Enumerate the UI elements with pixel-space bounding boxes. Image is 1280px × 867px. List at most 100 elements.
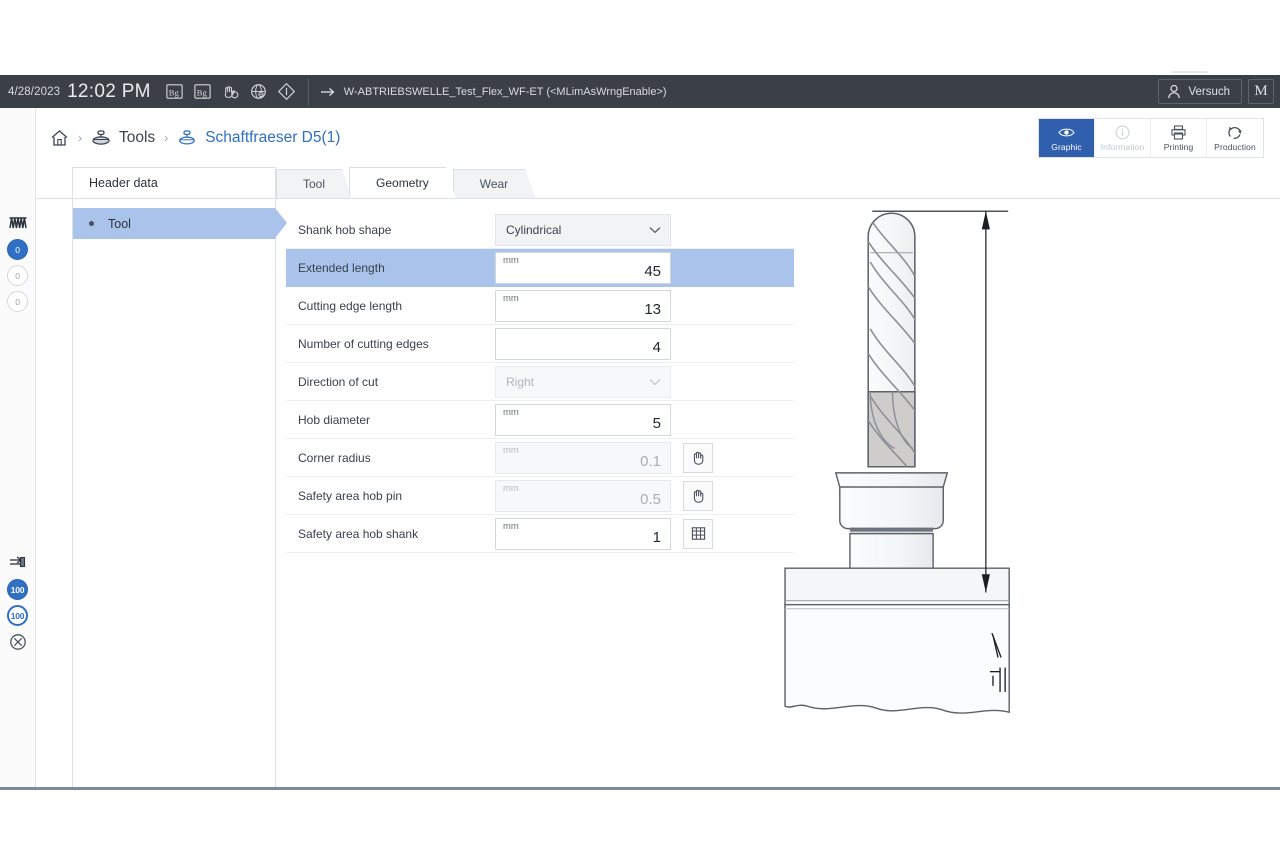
rail-override-badge-1[interactable]: 100 <box>7 579 28 600</box>
form-row-cutting-edge-length: Cutting edge length mm 13 <box>286 287 794 325</box>
form-row-corner-radius: Corner radius mm 0.1 <box>286 439 794 477</box>
input-safety-area-hob-pin[interactable]: mm 0.5 <box>495 479 671 512</box>
input-corner-radius[interactable]: mm 0.1 <box>495 441 671 474</box>
footer-area <box>0 790 1280 864</box>
mode-information-label: Information <box>1100 141 1145 152</box>
sidebar-item-tool[interactable]: Tool <box>73 208 287 239</box>
breadcrumb: › Tools › Schaftfraeser D5(1) <box>50 129 1038 147</box>
tab-group: Tool Geometry Wear <box>276 167 532 198</box>
rail-bottom-group: 100 100 <box>7 552 29 653</box>
spindle-wave-icon[interactable] <box>7 212 29 234</box>
context-path: W-ABTRIEBSWELLE_Test_Flex_WF-ET (<MLimAs… <box>320 86 1159 98</box>
rail-override-badge-2[interactable]: 100 <box>7 605 28 626</box>
bg-icon[interactable]: Bg <box>193 82 212 101</box>
control-safety-area-hob-shank: mm 1 <box>495 517 671 550</box>
form-row-number-of-cutting-edges: Number of cutting edges 4 <box>286 325 794 363</box>
form-row-safety-area-hob-pin: Safety area hob pin mm 0.5 <box>286 477 794 515</box>
sidebar-item-tool-label: Tool <box>108 216 131 231</box>
header-row: › Tools › Schaftfraeser D5(1) Graphic In… <box>36 108 1280 168</box>
context-path-text: W-ABTRIEBSWELLE_Test_Flex_WF-ET (<MLimAs… <box>343 85 667 98</box>
value-hob-diameter: 5 <box>652 415 661 432</box>
brand-menu-button[interactable]: M <box>1248 79 1274 104</box>
value-safety-area-hob-pin: 0.5 <box>640 491 661 508</box>
rail-counter-badge-2[interactable]: 0 <box>7 265 28 286</box>
appbar-icon-group: Bg Bg <box>165 82 296 101</box>
mode-printing[interactable]: Printing <box>1151 119 1207 157</box>
label-hob-diameter: Hob diameter <box>298 412 371 427</box>
label-number-of-cutting-edges: Number of cutting edges <box>298 336 429 351</box>
label-corner-radius: Corner radius <box>298 450 371 465</box>
content-area: Tool Shank hob shape Cylindrical Extende… <box>36 199 1280 787</box>
mode-production[interactable]: Production <box>1207 119 1263 157</box>
breadcrumb-item-tool[interactable]: Schaftfraeser D5(1) <box>177 129 340 147</box>
tab-wear[interactable]: Wear <box>453 169 535 198</box>
value-extended-length: 45 <box>644 263 661 280</box>
tab-tool[interactable]: Tool <box>276 169 352 198</box>
control-extended-length: mm 45 <box>495 251 671 284</box>
tool-group-icon <box>91 129 111 147</box>
control-safety-area-hob-pin: mm 0.5 <box>495 479 671 512</box>
svg-text:Bg: Bg <box>169 87 180 97</box>
info-icon <box>1115 125 1130 140</box>
breadcrumb-item-home[interactable] <box>50 129 69 147</box>
form-row-safety-area-hob-shank: Safety area hob shank mm 1 <box>286 515 794 553</box>
tool-graphic-pane[interactable] <box>783 199 1280 787</box>
input-cutting-edge-length[interactable]: mm 13 <box>495 289 671 322</box>
control-cutting-edge-length: mm 13 <box>495 289 671 322</box>
label-safety-area-hob-pin: Safety area hob pin <box>298 488 403 503</box>
header-data-tab[interactable]: Header data <box>72 167 276 198</box>
value-safety-area-hob-shank: 1 <box>652 529 661 546</box>
unit-safety-area-hob-shank: mm <box>503 520 519 532</box>
hand-icon <box>690 487 707 504</box>
tab-strip: Header data Tool Geometry Wear <box>36 167 1280 199</box>
desktop-background <box>0 0 1280 75</box>
mode-graphic[interactable]: Graphic <box>1039 119 1095 157</box>
select-direction-of-cut-value: Right <box>506 374 535 389</box>
hand-icon-button-safety-area-hob-pin[interactable] <box>683 480 713 511</box>
hand-globe-icon[interactable] <box>221 82 240 101</box>
unit-cutting-edge-length: mm <box>503 292 519 304</box>
form-row-extended-length: Extended length mm 45 <box>286 249 794 287</box>
left-status-rail: 0 0 0 100 100 <box>0 108 36 787</box>
appbar-right-group: Versuch M <box>1158 79 1274 104</box>
control-shank-hob-shape: Cylindrical <box>495 213 671 246</box>
bg-icon[interactable]: Bg <box>165 82 184 101</box>
tab-geometry[interactable]: Geometry <box>349 167 456 198</box>
control-direction-of-cut: Right <box>495 365 671 398</box>
form-row-direction-of-cut: Direction of cut Right <box>286 363 794 401</box>
input-number-of-cutting-edges[interactable]: 4 <box>495 327 671 360</box>
user-account-button[interactable]: Versuch <box>1158 79 1242 104</box>
feed-axis-icon[interactable] <box>7 552 29 574</box>
rail-counter-badge-3[interactable]: 0 <box>7 291 28 312</box>
chevron-down-icon <box>649 378 661 386</box>
rail-counter-badge-1[interactable]: 0 <box>7 239 28 260</box>
control-corner-radius: mm 0.1 <box>495 441 671 474</box>
select-direction-of-cut[interactable]: Right <box>495 365 671 398</box>
table-icon-button-safety-area-hob-shank[interactable] <box>683 518 713 549</box>
tab-tool-label: Tool <box>303 177 326 191</box>
tool-icon <box>177 129 197 147</box>
eye-icon <box>1058 125 1075 140</box>
unit-safety-area-hob-pin: mm <box>503 482 519 494</box>
cancel-circle-icon[interactable] <box>7 631 29 653</box>
input-extended-length[interactable]: mm 45 <box>495 251 671 284</box>
system-time: 12:02 PM <box>67 80 151 102</box>
value-corner-radius: 0.1 <box>640 453 661 470</box>
mode-production-label: Production <box>1214 141 1256 152</box>
select-shank-hob-shape[interactable]: Cylindrical <box>495 213 671 246</box>
globe-target-icon[interactable] <box>249 82 268 101</box>
printer-icon <box>1170 124 1187 140</box>
svg-text:Bg: Bg <box>197 87 208 97</box>
main-panel: › Tools › Schaftfraeser D5(1) Graphic In… <box>36 108 1280 787</box>
mode-information[interactable]: Information <box>1095 119 1151 157</box>
input-safety-area-hob-shank[interactable]: mm 1 <box>495 517 671 550</box>
breadcrumb-item-tools[interactable]: Tools <box>91 129 155 147</box>
system-date: 4/28/2023 <box>8 85 61 98</box>
unit-corner-radius: mm <box>503 444 519 456</box>
diamond-warning-icon[interactable] <box>277 82 296 101</box>
geometry-form: Shank hob shape Cylindrical Extended len… <box>276 199 794 787</box>
user-icon <box>1167 84 1181 99</box>
hand-icon-button-corner-radius[interactable] <box>683 442 713 473</box>
input-hob-diameter[interactable]: mm 5 <box>495 403 671 436</box>
breadcrumb-separator: › <box>78 131 82 145</box>
